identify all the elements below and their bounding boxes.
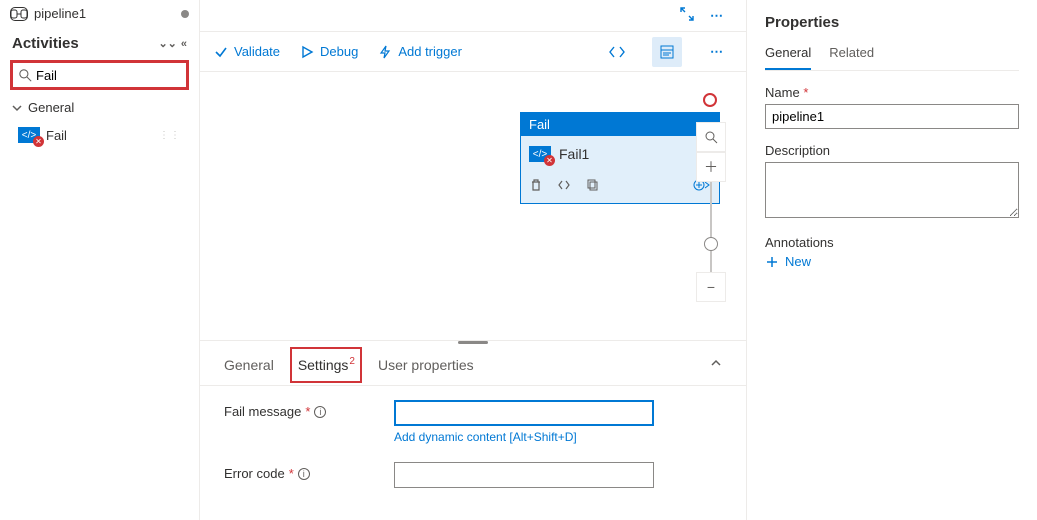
pipeline-icon <box>10 7 28 21</box>
fail-message-label: Fail message * i <box>224 400 394 419</box>
more-menu-icon[interactable]: ⋯ <box>702 1 732 31</box>
tab-user-properties[interactable]: User properties <box>378 347 474 383</box>
description-label: Description <box>765 143 1019 158</box>
fail-message-input[interactable] <box>394 400 654 426</box>
prop-tab-general[interactable]: General <box>765 45 811 70</box>
lightning-icon <box>378 45 392 59</box>
activities-heading: Activities <box>12 35 79 52</box>
copy-icon[interactable] <box>585 178 599 195</box>
canvas[interactable]: Fail </>✕ Fail1 <box>200 72 746 340</box>
activities-heading-row: Activities ⌄⌄ « <box>0 27 199 58</box>
activity-label: Fail <box>46 128 67 143</box>
add-dynamic-content-link[interactable]: Add dynamic content [Alt+Shift+D] <box>394 430 654 444</box>
play-icon <box>300 45 314 59</box>
pipeline-tab-label: pipeline1 <box>34 6 86 21</box>
info-icon[interactable]: i <box>298 468 310 480</box>
tab-general[interactable]: General <box>224 347 274 383</box>
plus-icon <box>765 255 779 269</box>
toolbar-more-icon[interactable]: ⋯ <box>702 37 732 67</box>
main-area: ⋯ Validate Debug Add trigger ⋯ <box>200 0 747 520</box>
activities-search[interactable] <box>12 62 187 88</box>
delete-icon[interactable] <box>529 178 543 195</box>
debug-label: Debug <box>320 44 358 59</box>
prop-tab-related[interactable]: Related <box>829 45 874 70</box>
tab-settings-label: Settings <box>298 357 349 373</box>
add-trigger-button[interactable]: Add trigger <box>378 44 462 59</box>
properties-toggle-icon[interactable] <box>652 37 682 67</box>
zoom-slider[interactable] <box>710 182 712 272</box>
zoom-in-button[interactable]: ＋ <box>696 152 726 182</box>
group-general[interactable]: General <box>0 94 199 121</box>
expand-icon[interactable] <box>680 7 694 24</box>
name-label: Name * <box>765 85 1019 100</box>
tab-settings-badge: 2 <box>349 356 355 367</box>
annotations-label: Annotations <box>765 235 1019 250</box>
validate-label: Validate <box>234 44 280 59</box>
add-annotation-button[interactable]: New <box>765 254 1019 269</box>
error-code-label: Error code * i <box>224 462 394 481</box>
debug-button[interactable]: Debug <box>300 44 358 59</box>
zoom-fit-icon[interactable] <box>696 122 726 152</box>
properties-panel: Properties General Related Name * Descri… <box>747 0 1037 520</box>
activities-search-input[interactable] <box>36 68 212 83</box>
fail-activity-icon: </>✕ <box>529 146 551 162</box>
node-name: Fail1 <box>559 146 589 162</box>
activity-fail[interactable]: </>✕ Fail ⋮⋮ <box>0 121 199 149</box>
canvas-node-fail[interactable]: Fail </>✕ Fail1 <box>520 112 720 204</box>
node-header: Fail <box>521 113 719 136</box>
title-strip: ⋯ <box>200 0 746 32</box>
validate-button[interactable]: Validate <box>214 44 280 59</box>
fail-activity-icon: </>✕ <box>18 127 40 143</box>
settings-panel: Fail message * i Add dynamic content [Al… <box>200 386 746 520</box>
dirty-indicator-icon <box>181 10 189 18</box>
add-trigger-label: Add trigger <box>398 44 462 59</box>
info-icon[interactable]: i <box>314 406 326 418</box>
pipeline-tab[interactable]: pipeline1 <box>0 0 199 27</box>
collapse-panel-icon[interactable] <box>710 357 722 372</box>
drag-grip-icon: ⋮⋮ <box>159 130 181 141</box>
collapse-sidebar-icon[interactable]: « <box>181 38 187 50</box>
zoom-out-button[interactable]: − <box>696 272 726 302</box>
add-annotation-label: New <box>785 254 811 269</box>
zoom-controls: ＋ − <box>696 122 726 302</box>
activities-sidebar: pipeline1 Activities ⌄⌄ « General </>✕ F… <box>0 0 200 520</box>
zoom-thumb[interactable] <box>704 237 718 251</box>
chevron-down-icon <box>12 103 22 113</box>
search-icon <box>19 69 32 82</box>
properties-heading: Properties <box>765 14 1019 31</box>
name-input[interactable] <box>765 104 1019 129</box>
group-label: General <box>28 100 74 115</box>
description-input[interactable] <box>765 162 1019 218</box>
error-code-input[interactable] <box>394 462 654 488</box>
validation-error-icon <box>703 93 717 107</box>
pipeline-toolbar: Validate Debug Add trigger ⋯ <box>200 32 746 72</box>
collapse-all-icon[interactable]: ⌄⌄ <box>158 37 176 50</box>
check-icon <box>214 45 228 59</box>
tab-settings[interactable]: Settings2 <box>292 349 360 381</box>
code-icon[interactable] <box>557 178 571 195</box>
code-view-icon[interactable] <box>602 37 632 67</box>
activity-tabs: General Settings2 User properties <box>200 344 746 386</box>
